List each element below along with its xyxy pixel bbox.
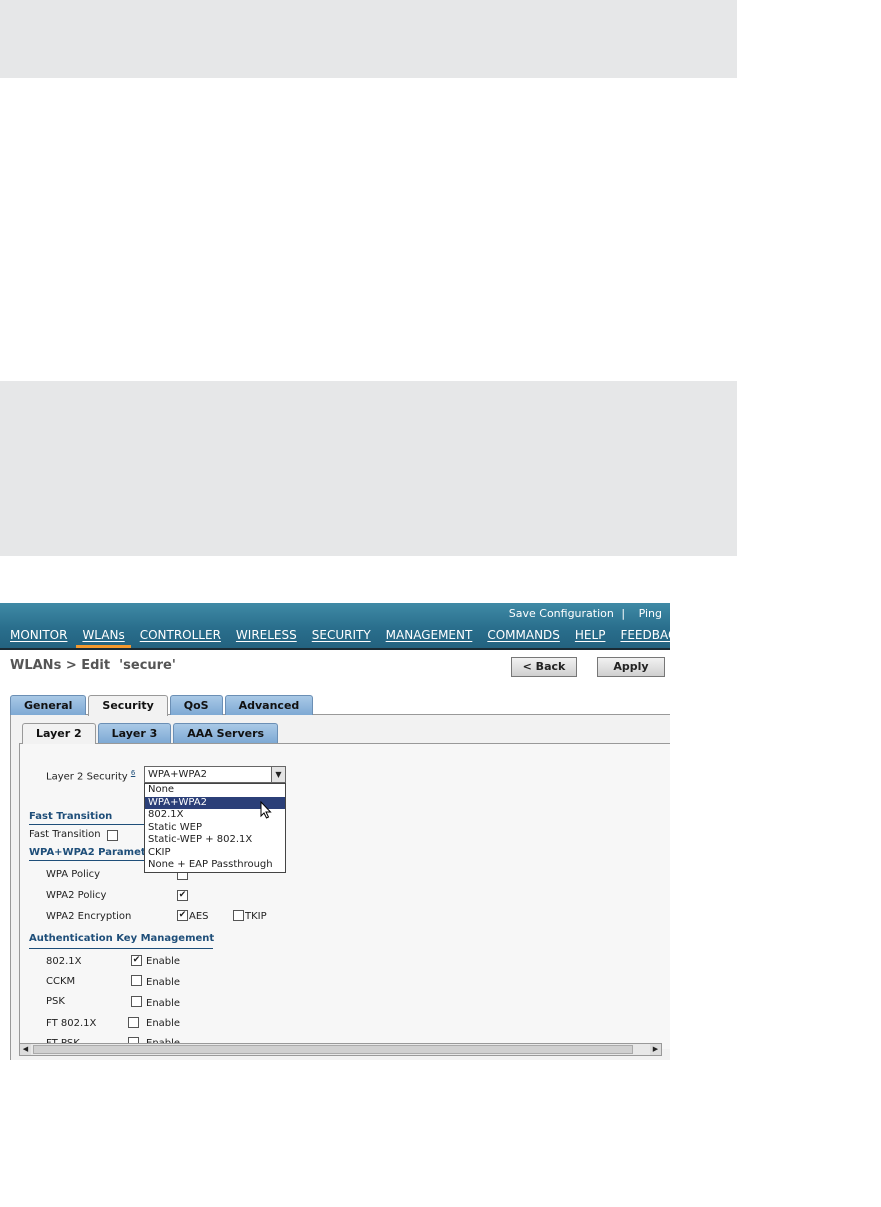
page-title: WLANs > Edit 'secure' [10, 658, 176, 673]
scrollbar-thumb[interactable] [33, 1045, 633, 1054]
akm-802-1x-label: 802.1X [46, 956, 82, 967]
subtab-layer3[interactable]: Layer 3 [97, 723, 172, 743]
main-menu: MONITOR WLANs CONTROLLER WIRELESS SECURI… [10, 628, 670, 648]
ping-link[interactable]: Ping [639, 607, 662, 620]
fast-transition-checkbox[interactable] [107, 830, 118, 841]
scroll-left-icon[interactable]: ◀ [20, 1044, 31, 1055]
akm-psk-enable: Enable [146, 998, 181, 1009]
tab-security[interactable]: Security [88, 695, 168, 716]
layer2-security-footnote[interactable]: 6 [131, 769, 135, 777]
scroll-right-icon[interactable]: ▶ [650, 1044, 661, 1055]
menu-divider [0, 648, 670, 650]
horizontal-scrollbar[interactable]: ◀ ▶ [19, 1043, 662, 1056]
tkip-checkbox[interactable] [233, 910, 244, 921]
aes-label: AES [189, 911, 209, 922]
akm-rule [29, 948, 213, 949]
chevron-down-icon[interactable]: ▼ [271, 767, 285, 782]
option-static-wep[interactable]: Static WEP [145, 822, 285, 835]
menu-item-commands[interactable]: COMMANDS [487, 628, 560, 642]
tab-general[interactable]: General [10, 695, 87, 715]
fast-transition-rule [29, 824, 144, 825]
akm-ft-802-1x-label: FT 802.1X [46, 1018, 97, 1029]
mouse-pointer-icon [260, 801, 272, 819]
akm-cckm-enable: Enable [146, 977, 181, 988]
akm-cckm-label: CCKM [46, 976, 76, 987]
wpa2-policy-checkbox[interactable]: ✔ [177, 890, 188, 901]
menu-item-wlans[interactable]: WLANs [76, 628, 132, 648]
aes-checkbox[interactable]: ✔ [177, 910, 188, 921]
sub-tabs: Layer 2 Layer 3 AAA Servers [22, 723, 279, 744]
utility-links: Save Configuration | Ping [505, 607, 662, 620]
akm-ft-802-1x-checkbox[interactable] [128, 1017, 139, 1028]
fast-transition-label: Fast Transition [29, 829, 101, 840]
subtab-layer2[interactable]: Layer 2 [22, 723, 96, 744]
wpa2-policy-label: WPA2 Policy [46, 890, 107, 901]
option-none-eap-passthrough[interactable]: None + EAP Passthrough [145, 859, 285, 872]
menu-item-monitor[interactable]: MONITOR [10, 628, 67, 642]
top-bar: Save Configuration | Ping MONITOR WLANs … [0, 603, 670, 648]
utility-separator: | [621, 607, 626, 620]
akm-psk-label: PSK [46, 996, 65, 1007]
option-ckip[interactable]: CKIP [145, 847, 285, 860]
akm-heading: Authentication Key Management [29, 933, 215, 944]
menu-item-wireless[interactable]: WIRELESS [236, 628, 297, 642]
menu-item-controller[interactable]: CONTROLLER [140, 628, 221, 642]
layer2-security-dropdown: None WPA+WPA2 802.1X Static WEP Static-W… [144, 783, 286, 873]
tab-qos[interactable]: QoS [169, 695, 223, 715]
save-configuration-link[interactable]: Save Configuration [509, 607, 614, 620]
wpa2-encryption-label: WPA2 Encryption [46, 911, 132, 922]
gray-band-middle [0, 381, 737, 556]
apply-button[interactable]: Apply [597, 657, 665, 677]
wlc-screenshot: Save Configuration | Ping MONITOR WLANs … [0, 603, 670, 1070]
akm-ft-802-1x-enable: Enable [146, 1018, 181, 1029]
akm-psk-checkbox[interactable] [131, 996, 142, 1007]
akm-cckm-checkbox[interactable] [131, 975, 142, 986]
layer2-security-text: Layer 2 Security [46, 771, 128, 783]
option-static-wep-802-1x[interactable]: Static-WEP + 802.1X [145, 834, 285, 847]
menu-item-feedback[interactable]: FEEDBACK [620, 628, 670, 642]
back-button[interactable]: < Back [511, 657, 577, 677]
layer2-security-label: Layer 2 Security 6 [46, 769, 135, 782]
tkip-label: TKIP [245, 911, 267, 922]
wpa-policy-label: WPA Policy [46, 869, 101, 880]
subtab-aaa-servers[interactable]: AAA Servers [173, 723, 279, 743]
menu-item-security[interactable]: SECURITY [312, 628, 371, 642]
subtab-panel [19, 743, 670, 1049]
menu-item-help[interactable]: HELP [575, 628, 606, 642]
menu-item-management[interactable]: MANAGEMENT [386, 628, 473, 642]
layer2-security-value: WPA+WPA2 [148, 769, 207, 780]
akm-802-1x-checkbox[interactable]: ✔ [131, 955, 142, 966]
fast-transition-heading: Fast Transition [29, 811, 113, 822]
gray-band-top [0, 0, 737, 78]
option-none[interactable]: None [145, 784, 285, 797]
main-tabs: General Security QoS Advanced [10, 695, 314, 716]
tab-advanced[interactable]: Advanced [224, 695, 314, 715]
layer2-security-select[interactable]: WPA+WPA2 ▼ [144, 766, 286, 783]
akm-802-1x-enable: Enable [146, 956, 181, 967]
